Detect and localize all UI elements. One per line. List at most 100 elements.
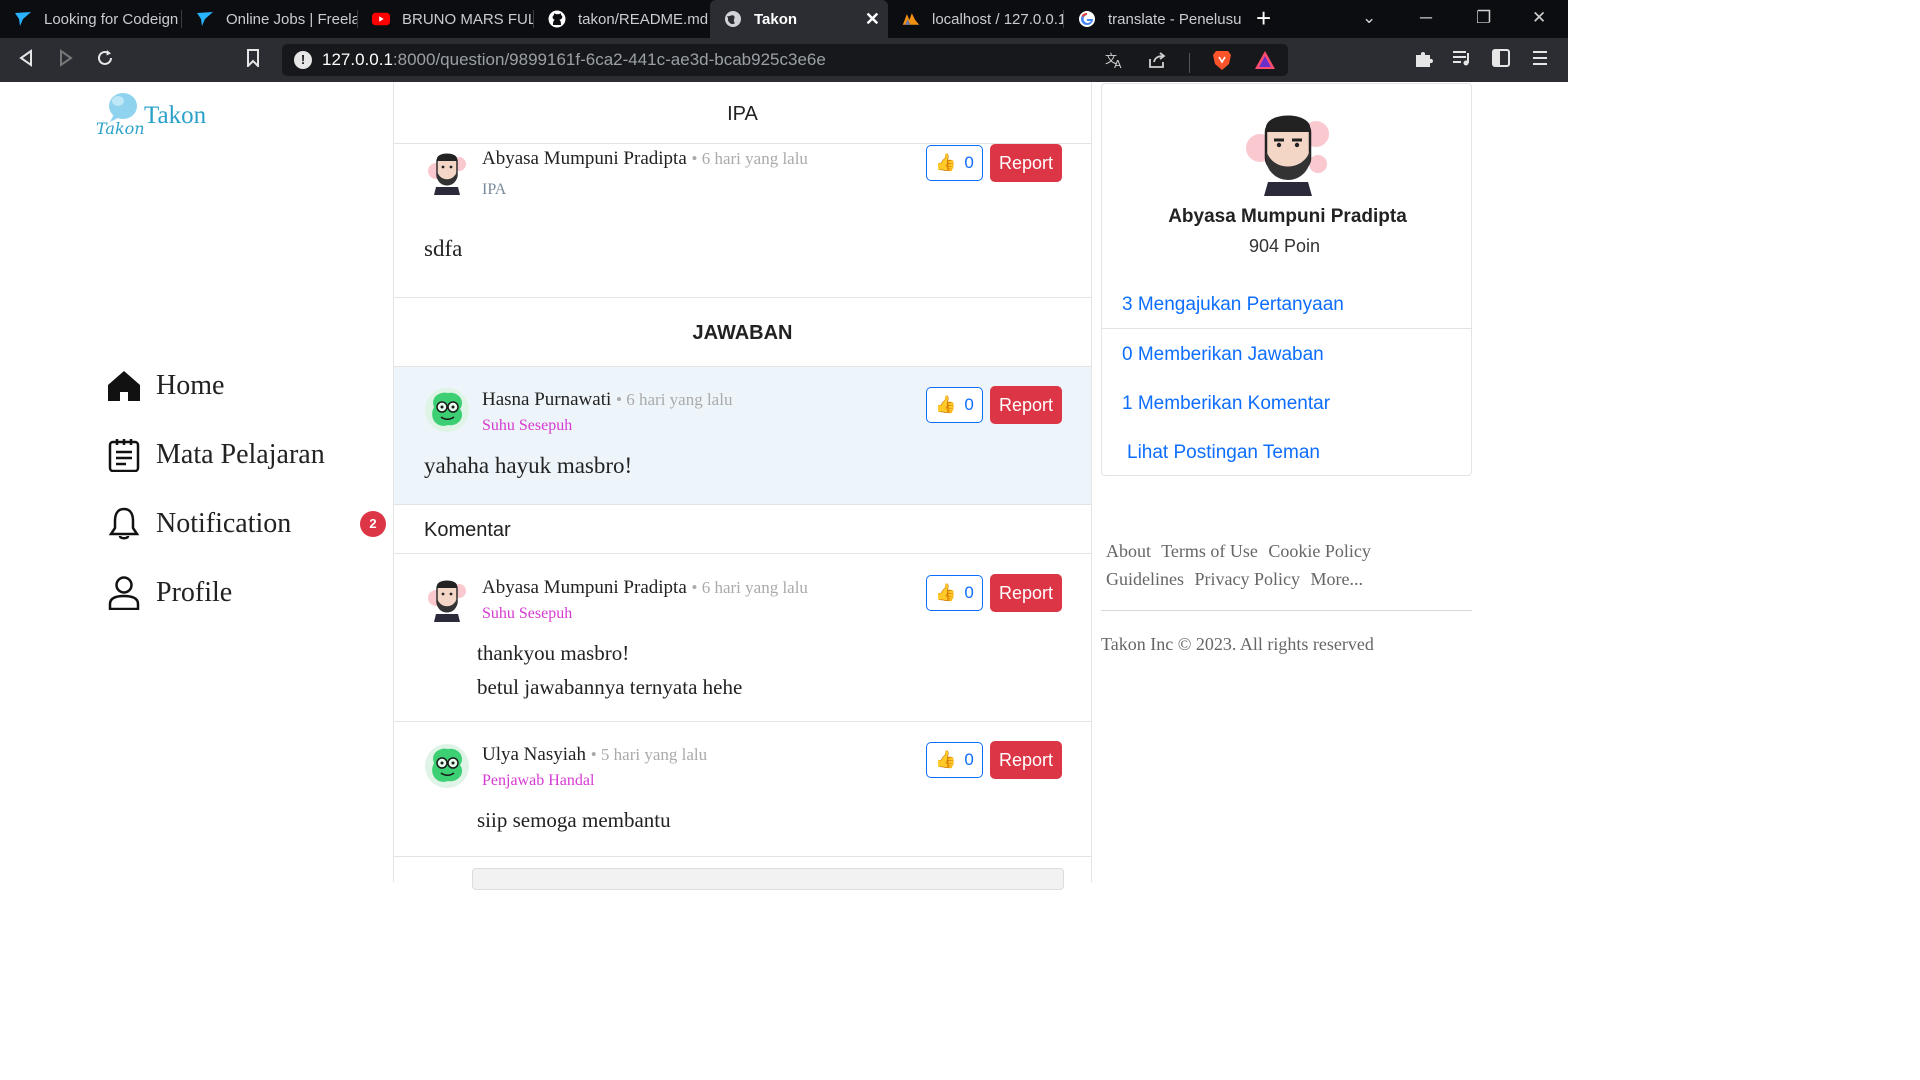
site-info-icon[interactable]: !	[294, 51, 312, 69]
brave-rewards-icon[interactable]	[1254, 50, 1276, 75]
sidebar-toggle-icon[interactable]	[1492, 49, 1510, 71]
thumbs-up-icon: 👍	[935, 153, 957, 172]
youtube-icon	[372, 10, 390, 28]
bookmark-icon[interactable]	[246, 49, 260, 71]
url-text[interactable]: 127.0.0.1:8000/question/9899161f-6ca2-44…	[322, 50, 826, 70]
comment-editor-toolbar[interactable]	[472, 868, 1064, 890]
media-playlist-icon[interactable]	[1452, 49, 1472, 71]
divider	[1102, 328, 1471, 329]
avatar[interactable]	[424, 149, 470, 195]
takon-logo[interactable]: Takon Takon	[94, 86, 224, 142]
comment-line: betul jawabannya ternyata hehe	[477, 675, 743, 699]
questions-count-link[interactable]: 3 Mengajukan Pertanyaan	[1122, 294, 1344, 316]
footer-link-about[interactable]: About	[1106, 541, 1151, 561]
tab-label: Takon	[754, 10, 798, 28]
comment-line: thankyou masbro!	[477, 641, 630, 665]
comment-body: siip semoga membantu	[477, 803, 671, 837]
browser-menu-icon[interactable]	[1532, 49, 1548, 71]
freelancer-bird-icon	[196, 10, 214, 28]
answers-count-link[interactable]: 0 Memberikan Jawaban	[1122, 344, 1324, 366]
profile-points: 904 Poin	[1248, 236, 1321, 256]
like-button[interactable]: 👍 0	[926, 145, 983, 181]
freelancer-bird-icon	[14, 10, 32, 28]
report-button[interactable]: Report	[990, 386, 1062, 424]
footer-links: About Terms of Use Cookie Policy Guideli…	[1106, 537, 1436, 593]
close-tab-icon[interactable]: ✕	[865, 9, 880, 30]
footer-link-cookie-policy[interactable]: Cookie Policy	[1268, 541, 1371, 561]
answer-body: yahaha hayuk masbro!	[424, 453, 633, 478]
thumbs-up-icon: 👍	[935, 583, 957, 602]
tab-google-translate-search[interactable]: translate - Penelusur	[1064, 0, 1242, 38]
sidebar-item-mata-pelajaran[interactable]: Mata Pelajaran	[106, 435, 396, 475]
thumbs-up-icon: 👍	[935, 750, 957, 769]
footer-link-terms[interactable]: Terms of Use	[1161, 541, 1258, 561]
subject-tag[interactable]: IPA	[482, 181, 506, 199]
sidebar-item-home[interactable]: Home	[106, 366, 396, 406]
takon-logo-mark-icon: Takon	[96, 93, 145, 138]
tab-looking-for-codeigniter[interactable]: Looking for Codeign	[0, 0, 182, 38]
takon-page: Takon Takon Home Mata Pelajaran Notifica…	[0, 82, 1568, 890]
answer-post: Hasna Purnawati • 6 hari yang lalu Suhu …	[394, 367, 1091, 505]
browser-tab-strip: Looking for Codeign Online Jobs | Freela…	[0, 0, 1568, 38]
close-window-icon[interactable]: ✕	[1532, 8, 1546, 28]
copyright-text: Takon Inc © 2023. All rights reserved	[1101, 634, 1374, 654]
tab-label: Online Jobs | Freelar	[226, 10, 358, 28]
sidebar-item-label: Notification	[156, 508, 292, 539]
brave-shield-icon[interactable]	[1212, 49, 1232, 76]
tab-label: translate - Penelusur	[1108, 10, 1242, 28]
question-author[interactable]: Abyasa Mumpuni Pradipta • 6 hari yang la…	[482, 148, 808, 170]
footer-link-guidelines[interactable]: Guidelines	[1106, 569, 1184, 589]
rank-badge: Penjawab Handal	[482, 772, 595, 789]
tab-online-jobs[interactable]: Online Jobs | Freelar	[182, 0, 358, 38]
friends-posts-link[interactable]: Lihat Postingan Teman	[1127, 442, 1320, 464]
sidebar-item-notification[interactable]: Notification 2	[106, 504, 396, 544]
comment-author[interactable]: Abyasa Mumpuni Pradipta • 6 hari yang la…	[482, 577, 808, 599]
report-button[interactable]: Report	[990, 741, 1062, 779]
reload-icon[interactable]	[96, 49, 114, 71]
phpmyadmin-icon	[902, 10, 920, 28]
share-icon[interactable]	[1147, 51, 1167, 74]
like-button[interactable]: 👍 0	[926, 742, 983, 778]
answer-author[interactable]: Hasna Purnawati • 6 hari yang lalu	[482, 389, 732, 411]
avatar[interactable]	[424, 743, 470, 789]
new-tab-plus-icon[interactable]: +	[1256, 5, 1271, 31]
address-bar[interactable]: ! 127.0.0.1:8000/question/9899161f-6ca2-…	[282, 44, 1288, 76]
like-button[interactable]: 👍 0	[926, 387, 983, 423]
post-time: • 6 hari yang lalu	[691, 578, 808, 597]
comment-author[interactable]: Ulya Nasyiah • 5 hari yang lalu	[482, 744, 707, 766]
profile-card: Abyasa Mumpuni Pradipta 904 Poin 3 Menga…	[1101, 83, 1472, 476]
restore-window-icon[interactable]: ❐	[1476, 8, 1491, 28]
comment-post: Abyasa Mumpuni Pradipta • 6 hari yang la…	[394, 554, 1091, 722]
footer-link-privacy-policy[interactable]: Privacy Policy	[1195, 569, 1301, 589]
footer-link-more[interactable]: More...	[1311, 569, 1364, 589]
url-path: :8000/question/9899161f-6ca2-441c-ae3d-b…	[392, 50, 826, 69]
tab-search-chevron-icon[interactable]: ⌄	[1362, 8, 1376, 28]
like-button[interactable]: 👍 0	[926, 575, 983, 611]
sidebar-item-profile[interactable]: Profile	[106, 573, 396, 613]
report-button[interactable]: Report	[990, 144, 1062, 182]
minimize-icon[interactable]: ─	[1420, 8, 1432, 28]
tab-github-readme[interactable]: takon/README.md	[534, 0, 710, 38]
forward-icon[interactable]	[58, 49, 74, 71]
tab-phpmyadmin[interactable]: localhost / 127.0.0.1	[888, 0, 1064, 38]
avatar[interactable]	[424, 387, 470, 433]
answers-header: JAWABAN	[394, 298, 1091, 367]
avatar[interactable]	[424, 576, 470, 622]
back-icon[interactable]	[18, 49, 34, 71]
post-time: • 5 hari yang lalu	[590, 745, 708, 764]
profile-avatar[interactable]	[1238, 106, 1338, 196]
translate-icon[interactable]: 文A	[1105, 51, 1125, 74]
tab-takon-active[interactable]: Takon ✕	[710, 0, 888, 38]
github-icon	[548, 10, 566, 28]
comments-count-link[interactable]: 1 Memberikan Komentar	[1122, 393, 1330, 415]
extensions-puzzle-icon[interactable]	[1414, 49, 1434, 73]
sidebar-item-label: Profile	[156, 577, 233, 608]
address-bar-actions: 文A	[1105, 49, 1276, 76]
rank-badge: Suhu Sesepuh	[482, 417, 573, 434]
logo-text: Takon	[144, 102, 207, 129]
report-button[interactable]: Report	[990, 574, 1062, 612]
tab-bruno-mars[interactable]: BRUNO MARS FULL	[358, 0, 534, 38]
question-body: sdfa	[424, 236, 463, 261]
svg-text:A: A	[1114, 58, 1122, 69]
author-name: Hasna Purnawati	[482, 389, 612, 410]
